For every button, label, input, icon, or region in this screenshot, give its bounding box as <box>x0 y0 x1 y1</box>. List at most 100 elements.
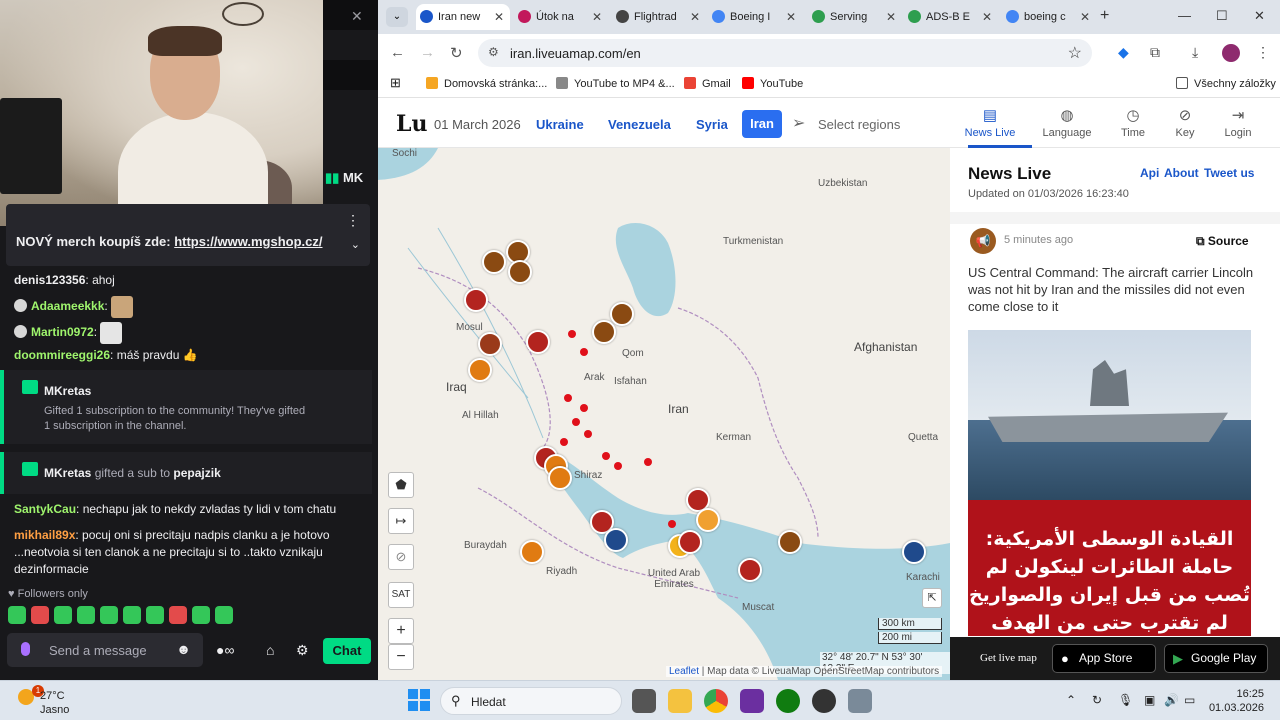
site-date[interactable]: 01 March 2026 <box>434 117 521 132</box>
event-dot[interactable] <box>580 404 588 412</box>
chevron-up-icon[interactable]: ⌃ <box>1066 693 1076 707</box>
puzzle-icon[interactable]: ⧉ <box>1150 44 1160 61</box>
windows-start-icon[interactable] <box>408 689 430 711</box>
region-link-venezuela[interactable]: Venezuela <box>608 117 671 132</box>
event-dot[interactable] <box>614 462 622 470</box>
tab-flightradar[interactable]: Flightrad ✕ <box>612 4 706 30</box>
satellite-toggle[interactable]: SAT <box>388 582 414 608</box>
task-view-icon[interactable] <box>632 689 656 713</box>
nav-news-live[interactable]: ▤ News Live <box>957 106 1023 139</box>
tab-adsb[interactable]: ADS-B E ✕ <box>904 4 998 30</box>
download-icon[interactable]: ⤓ <box>1192 44 1198 61</box>
chrome-icon[interactable] <box>704 689 728 713</box>
taskbar-search[interactable]: ⚲ Hledat <box>440 687 622 715</box>
region-link-syria[interactable]: Syria <box>696 117 728 132</box>
merch-link[interactable]: https://www.mgshop.cz/ <box>174 234 322 249</box>
mic-icon[interactable]: 🎙 <box>1118 693 1133 707</box>
star-icon[interactable]: ☆ <box>1068 43 1082 63</box>
site-info-icon[interactable]: ⚙ <box>488 45 499 59</box>
google-play-button[interactable]: ▶ Google Play <box>1164 644 1268 673</box>
forward-icon[interactable]: → <box>420 44 435 61</box>
event-marker-icon[interactable] <box>548 466 572 490</box>
bookmark-item[interactable]: Domovská stránka:... <box>426 77 547 90</box>
close-icon[interactable]: ✕ <box>886 4 896 30</box>
bookmark-item[interactable]: YouTube to MP4 &... <box>556 77 675 90</box>
event-marker-icon[interactable] <box>478 332 502 356</box>
gear-icon[interactable]: ⚙ <box>296 642 309 659</box>
points-icon[interactable]: ●∞ <box>216 642 234 658</box>
event-marker-icon[interactable] <box>526 330 550 354</box>
network-icon[interactable]: ▣ <box>1144 693 1155 707</box>
event-marker-icon[interactable] <box>508 260 532 284</box>
measure-icon[interactable]: ↦ <box>388 508 414 534</box>
weather-widget[interactable]: 1 27°C Jasno <box>6 685 96 717</box>
news-story[interactable]: US Central Command: The aircraft carrier… <box>968 264 1258 315</box>
maximize-icon[interactable]: ☐ <box>1216 8 1228 24</box>
hide-icon[interactable]: ⊘ <box>388 544 414 570</box>
event-dot[interactable] <box>644 458 652 466</box>
profile-avatar[interactable] <box>1222 44 1240 62</box>
event-marker-icon[interactable] <box>464 288 488 312</box>
extension-icon[interactable]: ◆ <box>1118 44 1129 61</box>
tab-utok[interactable]: Útok na ✕ <box>514 4 608 30</box>
close-icon[interactable]: ✕ <box>1080 4 1090 30</box>
clock[interactable]: 16:25 01.03.2026 <box>1208 687 1264 715</box>
event-marker-icon[interactable] <box>520 540 544 564</box>
menu-icon[interactable]: ⋮ <box>1256 44 1270 61</box>
source-link[interactable]: ⧉ Source <box>1196 234 1249 249</box>
zoom-in-button[interactable]: + <box>388 618 414 644</box>
back-icon[interactable]: ← <box>390 44 405 61</box>
tab-serving[interactable]: Serving ✕ <box>808 4 902 30</box>
nav-login[interactable]: ⇥ Login <box>1205 106 1271 139</box>
close-icon[interactable]: ✕ <box>351 8 363 25</box>
tab-boeing[interactable]: Boeing I ✕ <box>708 4 802 30</box>
store-icon[interactable]: ⌂ <box>266 642 274 658</box>
event-marker-icon[interactable] <box>678 530 702 554</box>
close-icon[interactable]: ✕ <box>592 4 602 30</box>
apps-icon[interactable]: ⊞ <box>390 75 401 91</box>
battery-icon[interactable]: ▭ <box>1184 693 1195 707</box>
event-marker-icon[interactable] <box>610 302 634 326</box>
chat-button[interactable]: Chat <box>323 638 371 664</box>
close-icon[interactable]: ✕ <box>786 4 796 30</box>
event-marker-icon[interactable] <box>468 358 492 382</box>
event-marker-icon[interactable] <box>604 528 628 552</box>
event-marker-icon[interactable] <box>696 508 720 532</box>
event-marker-icon[interactable] <box>778 530 802 554</box>
region-link-iran[interactable]: Iran <box>742 110 782 138</box>
event-dot[interactable] <box>572 418 580 426</box>
region-link-ukraine[interactable]: Ukraine <box>536 117 584 132</box>
zoom-out-button[interactable]: − <box>388 644 414 670</box>
chevron-down-icon[interactable]: ⌄ <box>351 238 360 251</box>
tweet-link[interactable]: Tweet us <box>1204 166 1254 180</box>
tab-iran-news[interactable]: Iran new ✕ <box>416 4 510 30</box>
all-bookmarks[interactable]: Všechny záložky <box>1176 77 1276 90</box>
event-dot[interactable] <box>584 430 592 438</box>
event-marker-icon[interactable] <box>592 320 616 344</box>
xbox-icon[interactable] <box>776 689 800 713</box>
chat-input[interactable]: Send a message ☻ <box>7 633 203 667</box>
app-icon[interactable] <box>812 689 836 713</box>
new-tab-icon[interactable]: + <box>1100 7 1109 25</box>
obs-icon[interactable] <box>740 689 764 713</box>
map-canvas[interactable]: Sochi Uzbekistan Turkmenistan Mosul Iraq… <box>378 148 950 680</box>
close-icon[interactable]: ✕ <box>982 4 992 30</box>
event-dot[interactable] <box>560 438 568 446</box>
bookmark-item[interactable]: YouTube <box>742 77 803 90</box>
event-dot[interactable] <box>580 348 588 356</box>
close-icon[interactable]: ✕ <box>690 4 700 30</box>
event-marker-icon[interactable] <box>902 540 926 564</box>
about-link[interactable]: About <box>1164 166 1199 180</box>
app-store-button[interactable]: ● App Store <box>1052 644 1156 673</box>
api-link[interactable]: Api <box>1140 166 1159 180</box>
select-regions[interactable]: Select regions <box>818 117 900 132</box>
url-field[interactable]: ⚙ iran.liveuamap.com/en ☆ <box>478 39 1092 67</box>
volume-icon[interactable]: 🔊 <box>1164 693 1179 707</box>
nav-language[interactable]: ◍ Language <box>1034 106 1100 139</box>
event-dot[interactable] <box>668 520 676 528</box>
more-icon[interactable]: ⋮ <box>346 212 360 229</box>
draw-polygon-icon[interactable]: ⬟ <box>388 472 414 498</box>
news-image[interactable]: القيادة الوسطى الأمريكية: حاملة الطائرات… <box>968 330 1251 636</box>
mic-icon[interactable] <box>21 642 30 656</box>
reload-icon[interactable]: ↻ <box>450 44 463 62</box>
